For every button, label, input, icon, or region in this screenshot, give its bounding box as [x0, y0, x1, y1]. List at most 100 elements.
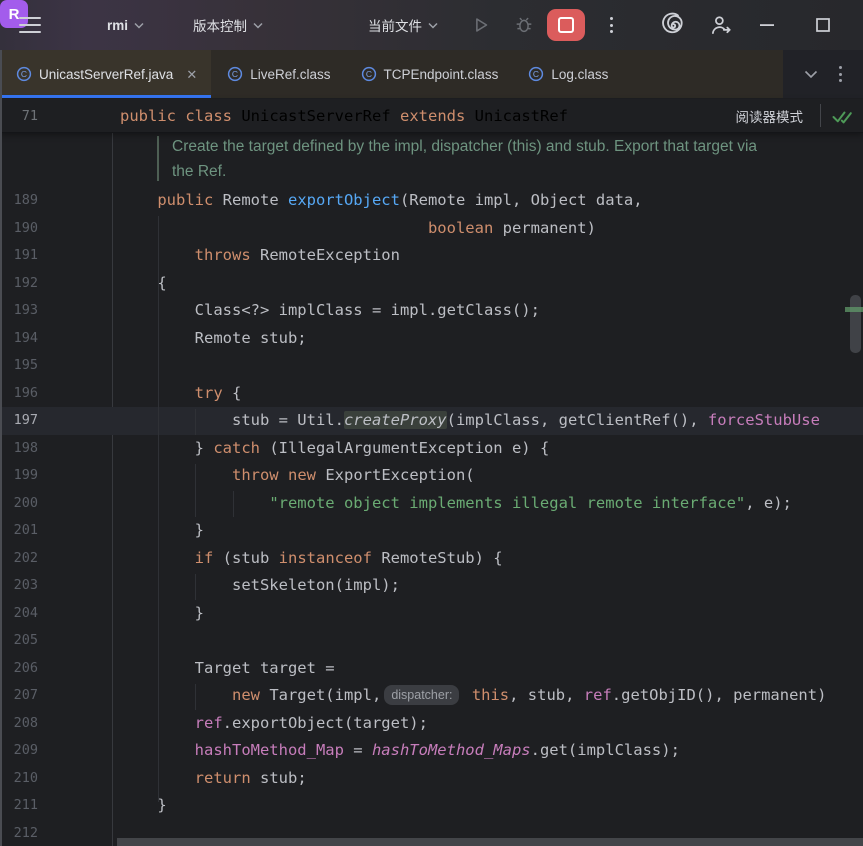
horizontal-scrollbar-thumb[interactable] — [117, 838, 863, 846]
line-number[interactable]: 203 — [0, 572, 38, 600]
code-line[interactable]: 193 Class<?> implClass = impl.getClass()… — [0, 297, 863, 325]
line-number[interactable]: 192 — [0, 270, 38, 298]
indent-guide — [195, 464, 196, 517]
line-number[interactable]: 205 — [0, 627, 38, 655]
editor-tab[interactable]: CTCPEndpoint.class — [345, 50, 513, 98]
line-number[interactable]: 202 — [0, 545, 38, 573]
debug-button[interactable] — [509, 0, 539, 50]
analysis-marker — [845, 307, 863, 312]
code-line[interactable]: 207 new Target(impl,dispatcher: this, st… — [0, 682, 863, 710]
code-line[interactable]: 196 try { — [0, 380, 863, 408]
code-token: } — [120, 796, 167, 814]
code-line[interactable]: 205 — [0, 627, 863, 655]
line-number[interactable]: 210 — [0, 765, 38, 793]
indent-guide — [195, 684, 196, 710]
code-line[interactable]: 202 if (stub instanceof RemoteStub) { — [0, 545, 863, 573]
code-line[interactable]: 209 hashToMethod_Map = hashToMethod_Maps… — [0, 737, 863, 765]
run-configuration-widget[interactable]: 当前文件 — [368, 0, 438, 50]
code-line[interactable]: 204 } — [0, 600, 863, 628]
line-number[interactable]: 211 — [0, 792, 38, 820]
code-text: try { — [120, 380, 241, 408]
more-actions-button[interactable] — [596, 0, 626, 50]
line-number[interactable]: 197 — [0, 407, 38, 435]
code-token: ref — [195, 714, 223, 732]
code-text: if (stub instanceof RemoteStub) { — [120, 545, 503, 573]
line-number[interactable]: 212 — [0, 820, 38, 846]
editor-tab[interactable]: CUnicastServerRef.java✕ — [0, 50, 211, 98]
code-token: { — [223, 384, 242, 402]
inspections-ok-icon[interactable] — [831, 105, 853, 127]
doc-comment-block[interactable]: Create the target defined by the impl, d… — [0, 132, 863, 187]
code-line[interactable]: 191 throws RemoteException — [0, 242, 863, 270]
code-line[interactable]: 201 } — [0, 517, 863, 545]
code-text: hashToMethod_Map = hashToMethod_Maps.get… — [120, 737, 680, 765]
code-token: (stub — [213, 549, 278, 567]
line-number[interactable]: 204 — [0, 600, 38, 628]
line-number[interactable]: 191 — [0, 242, 38, 270]
vcs-widget[interactable]: 版本控制 — [193, 0, 263, 50]
line-number[interactable]: 195 — [0, 352, 38, 380]
code-token: { — [120, 274, 167, 292]
code-token: catch — [213, 439, 260, 457]
code-token: throws — [195, 246, 251, 264]
line-number[interactable]: 206 — [0, 655, 38, 683]
code-line[interactable]: 210 return stub; — [0, 765, 863, 793]
run-button[interactable] — [466, 0, 496, 50]
code-line[interactable]: 211 } — [0, 792, 863, 820]
line-number[interactable]: 201 — [0, 517, 38, 545]
code-line[interactable]: 199 throw new ExportException( — [0, 462, 863, 490]
code-line[interactable]: 192 { — [0, 270, 863, 298]
line-number[interactable]: 196 — [0, 380, 38, 408]
chevron-down-icon — [428, 22, 438, 29]
editor-tab[interactable]: CLog.class — [512, 50, 622, 98]
line-number[interactable]: 208 — [0, 710, 38, 738]
line-number[interactable]: 190 — [0, 215, 38, 243]
code-line[interactable]: 208 ref.exportObject(target); — [0, 710, 863, 738]
indent-guide — [195, 574, 196, 600]
class-icon: C — [528, 66, 544, 82]
stop-button[interactable] — [547, 9, 585, 41]
code-token: exportObject — [288, 191, 400, 209]
class-icon: C — [361, 66, 377, 82]
indent-guide — [158, 216, 159, 802]
svg-text:C: C — [232, 69, 238, 79]
code-token: "remote object implements illegal remote… — [269, 494, 745, 512]
reader-mode-label[interactable]: 阅读器模式 — [736, 106, 804, 126]
code-line[interactable]: 200 "remote object implements illegal re… — [0, 490, 863, 518]
line-number[interactable]: 209 — [0, 737, 38, 765]
svg-text:C: C — [21, 69, 27, 79]
code-with-me-button[interactable] — [706, 0, 736, 50]
code-line[interactable]: 203 setSkeleton(impl); — [0, 572, 863, 600]
editor-tab[interactable]: CLiveRef.class — [211, 50, 344, 98]
code-line[interactable]: 189 public Remote exportObject(Remote im… — [0, 187, 863, 215]
project-name[interactable]: rmi — [107, 0, 144, 50]
line-number[interactable]: 200 — [0, 490, 38, 518]
close-tab-icon[interactable]: ✕ — [186, 68, 197, 81]
code-token: try — [195, 384, 223, 402]
code-token: instanceof — [279, 549, 372, 567]
minimize-button[interactable] — [752, 0, 782, 50]
tab-list-chevron-icon[interactable] — [804, 70, 818, 79]
code-line[interactable]: 197 stub = Util.createProxy(implClass, g… — [0, 407, 863, 435]
code-line[interactable]: 195 — [0, 352, 863, 380]
sticky-header-line[interactable]: 71 public class UnicastServerRef extends… — [0, 99, 863, 132]
code-token: Remote stub; — [120, 329, 307, 347]
svg-text:C: C — [365, 69, 371, 79]
tab-options-icon[interactable] — [839, 66, 842, 82]
line-number[interactable]: 207 — [0, 682, 38, 710]
ai-assistant-button[interactable] — [658, 0, 688, 50]
line-number[interactable]: 198 — [0, 435, 38, 463]
maximize-button[interactable] — [808, 0, 838, 50]
code-line[interactable]: 206 Target target = — [0, 655, 863, 683]
editor[interactable]: Create the target defined by the impl, d… — [0, 132, 863, 846]
main-menu-icon[interactable] — [16, 0, 44, 50]
code-token: Target target = — [120, 659, 335, 677]
code-line[interactable]: 190 boolean permanent) — [0, 215, 863, 243]
vertical-scrollbar-thumb[interactable] — [850, 295, 861, 353]
code-line[interactable]: 194 Remote stub; — [0, 325, 863, 353]
line-number[interactable]: 199 — [0, 462, 38, 490]
line-number[interactable]: 194 — [0, 325, 38, 353]
line-number[interactable]: 189 — [0, 187, 38, 215]
line-number[interactable]: 193 — [0, 297, 38, 325]
code-line[interactable]: 198 } catch (IllegalArgumentException e)… — [0, 435, 863, 463]
